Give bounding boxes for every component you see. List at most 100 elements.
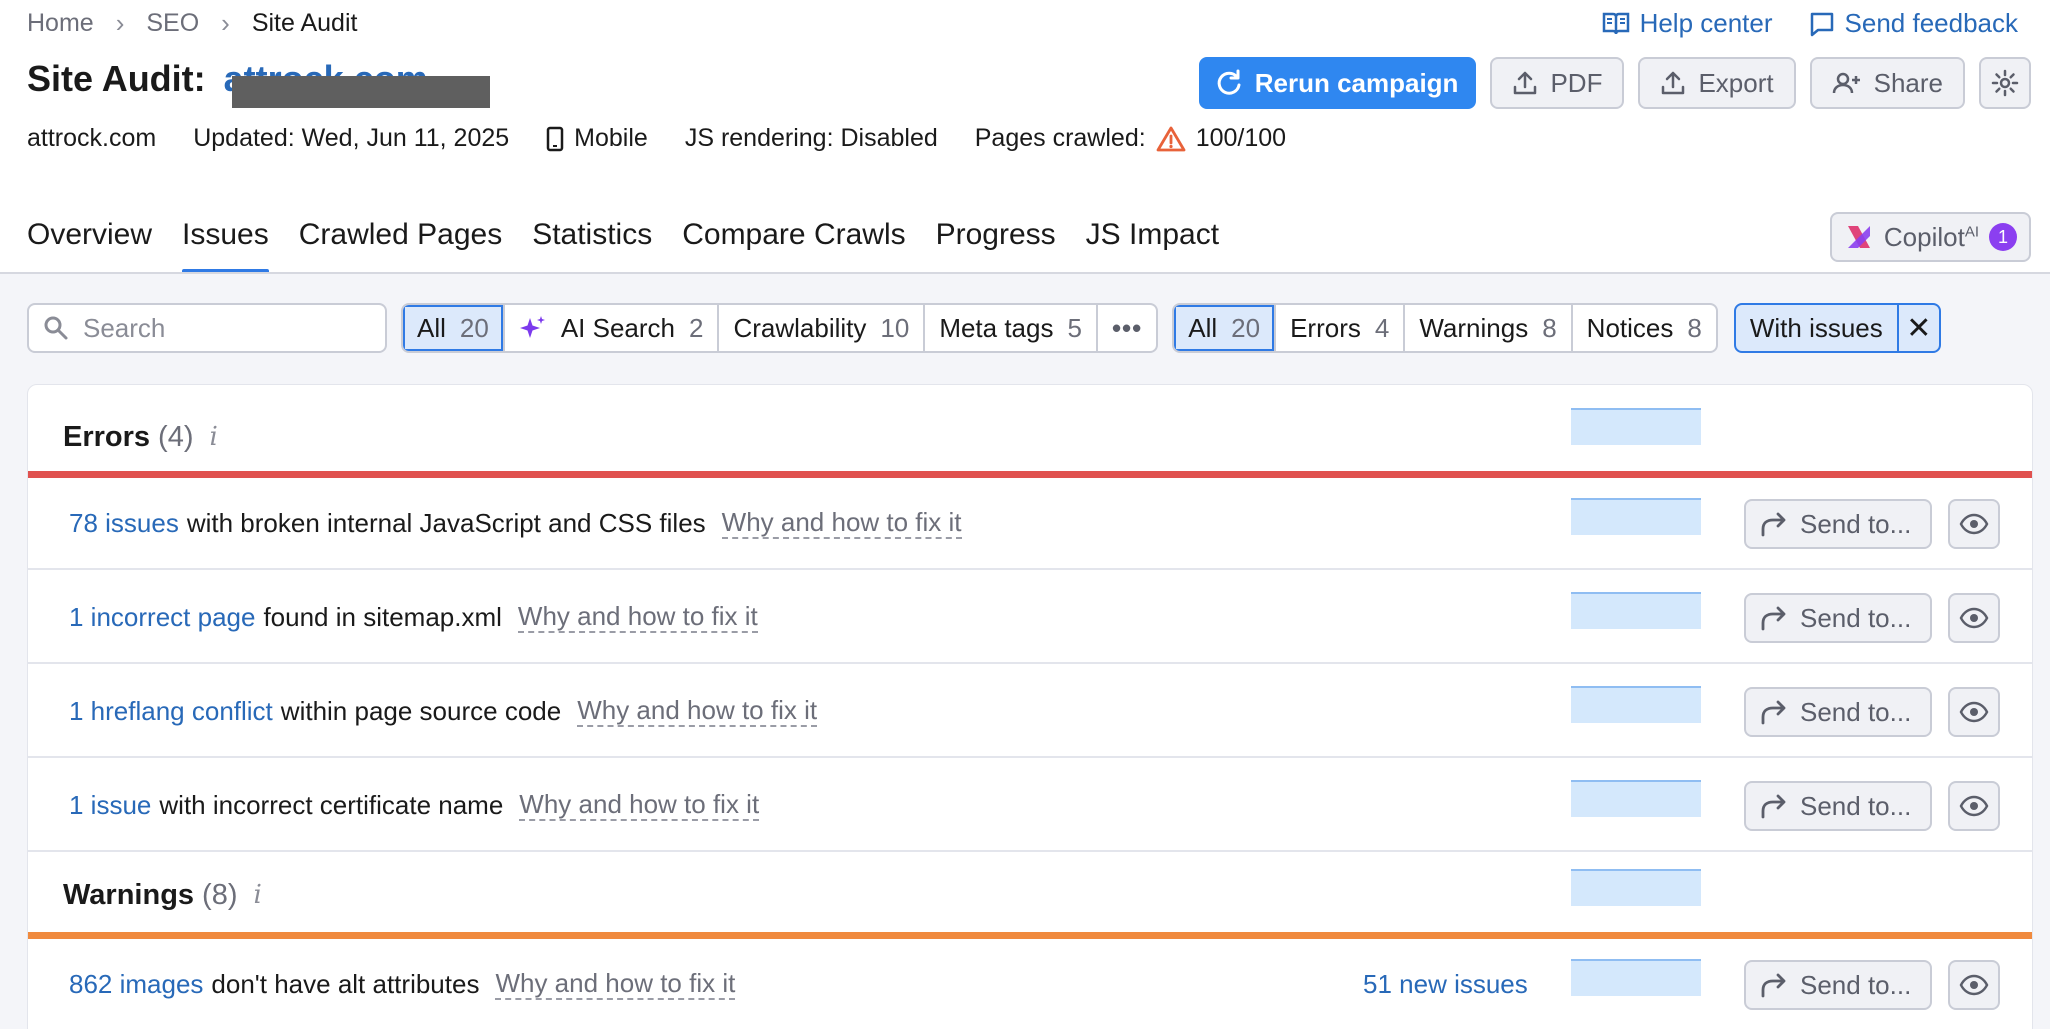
export-button[interactable]: Export xyxy=(1638,57,1796,109)
send-to-label: Send to... xyxy=(1800,508,1912,539)
send-to-button[interactable]: Send to... xyxy=(1744,781,1932,831)
tab-statistics[interactable]: Statistics xyxy=(532,218,652,274)
copilot-button[interactable]: CopilotAI 1 xyxy=(1829,212,2031,262)
issue-row: 1 hreflang conflict within page source c… xyxy=(28,666,2032,758)
filter-count: 10 xyxy=(880,312,910,343)
redaction-bar xyxy=(231,76,490,108)
why-fix-link[interactable]: Why and how to fix it xyxy=(519,789,760,821)
hide-issue-button[interactable] xyxy=(1948,499,2000,549)
errors-count: (4) xyxy=(158,420,194,453)
filter-count: 4 xyxy=(1374,312,1390,343)
rerun-campaign-button[interactable]: Rerun campaign xyxy=(1198,57,1477,109)
meta-updated: Updated: Wed, Jun 11, 2025 xyxy=(193,124,510,152)
issue-count-link[interactable]: 1 hreflang conflict xyxy=(69,696,273,727)
hide-issue-button[interactable] xyxy=(1948,781,2000,831)
eye-icon xyxy=(1959,513,1989,535)
upload-icon xyxy=(1662,71,1685,95)
meta-site: attrock.com xyxy=(27,124,157,152)
search-icon xyxy=(44,316,68,340)
sparkle-icon xyxy=(519,316,545,338)
meta-js-rendering: JS rendering: Disabled xyxy=(684,124,938,152)
gear-icon xyxy=(1991,69,2019,97)
refresh-icon xyxy=(1217,69,1241,95)
type-filter-all[interactable]: All 20 xyxy=(1174,305,1275,351)
tab-crawled-pages[interactable]: Crawled Pages xyxy=(299,218,502,274)
filter-label: Meta tags xyxy=(939,312,1054,343)
send-to-label: Send to... xyxy=(1800,602,1912,633)
filter-count: 8 xyxy=(1687,312,1702,343)
category-filter-ai-search[interactable]: AI Search 2 xyxy=(502,305,718,351)
issue-count-link[interactable]: 1 issue xyxy=(69,790,151,821)
issue-count-link[interactable]: 862 images xyxy=(69,969,203,1000)
chat-icon xyxy=(1810,12,1833,36)
meta-pages-value: 100/100 xyxy=(1195,124,1287,152)
help-center-link[interactable]: Help center xyxy=(1602,8,1773,39)
add-user-icon xyxy=(1832,72,1860,94)
filter-label: All xyxy=(417,312,446,343)
tab-compare-crawls[interactable]: Compare Crawls xyxy=(682,218,905,274)
send-to-button[interactable]: Send to... xyxy=(1744,687,1932,737)
project-domain[interactable]: attrock.com xyxy=(224,58,490,108)
issue-description: found in sitemap.xml xyxy=(263,601,502,632)
category-filter-meta-tags[interactable]: Meta tags 5 xyxy=(923,305,1096,351)
breadcrumb-seo[interactable]: SEO xyxy=(146,9,199,38)
share-button[interactable]: Share xyxy=(1809,57,1965,109)
info-icon[interactable]: i xyxy=(254,880,262,910)
issue-count-link[interactable]: 1 incorrect page xyxy=(69,602,255,633)
hide-issue-button[interactable] xyxy=(1948,960,2000,1010)
search-placeholder: Search xyxy=(83,312,166,343)
share-arrow-icon xyxy=(1761,973,1786,998)
issue-count-link[interactable]: 78 issues xyxy=(69,508,179,539)
filter-count: 20 xyxy=(459,312,489,343)
send-to-label: Send to... xyxy=(1800,696,1912,727)
send-to-label: Send to... xyxy=(1800,969,1912,1000)
trend-sparkline xyxy=(1571,686,1701,723)
category-filter-crawlability[interactable]: Crawlability 10 xyxy=(717,305,923,351)
search-input[interactable]: Search xyxy=(27,303,387,353)
pdf-button[interactable]: PDF xyxy=(1490,57,1625,109)
send-feedback-label: Send feedback xyxy=(1844,8,2018,38)
settings-button[interactable] xyxy=(1979,57,2031,109)
header-divider xyxy=(0,272,2050,274)
type-filter-notices[interactable]: Notices 8 xyxy=(1570,305,1716,351)
hide-issue-button[interactable] xyxy=(1948,593,2000,643)
why-fix-link[interactable]: Why and how to fix it xyxy=(577,695,818,727)
tab-js-impact[interactable]: JS Impact xyxy=(1086,218,1219,274)
close-icon[interactable]: ✕ xyxy=(1896,305,1939,351)
issue-description: with broken internal JavaScript and CSS … xyxy=(186,507,706,538)
tab-overview[interactable]: Overview xyxy=(27,218,152,274)
send-feedback-link[interactable]: Send feedback xyxy=(1809,8,2018,39)
tab-progress[interactable]: Progress xyxy=(936,218,1056,274)
help-center-label: Help center xyxy=(1639,8,1773,38)
share-label: Share xyxy=(1873,67,1943,98)
why-fix-link[interactable]: Why and how to fix it xyxy=(517,601,758,633)
new-issues-link[interactable]: 51 new issues xyxy=(1363,969,1528,1000)
with-issues-filter[interactable]: With issues ✕ xyxy=(1733,303,1941,353)
more-filters-button[interactable]: ••• xyxy=(1095,305,1156,351)
meta-pages-crawled: Pages crawled: 100/100 xyxy=(975,124,1286,153)
send-to-button[interactable]: Send to... xyxy=(1744,499,1932,549)
type-filter-errors[interactable]: Errors 4 xyxy=(1274,305,1403,351)
why-fix-link[interactable]: Why and how to fix it xyxy=(495,968,736,1000)
send-to-button[interactable]: Send to... xyxy=(1744,593,1932,643)
tab-issues[interactable]: Issues xyxy=(182,218,269,274)
eye-icon xyxy=(1959,701,1989,723)
send-to-button[interactable]: Send to... xyxy=(1744,960,1932,1010)
errors-severity-bar xyxy=(28,471,2032,478)
share-arrow-icon xyxy=(1761,794,1786,819)
breadcrumb-home[interactable]: Home xyxy=(27,9,94,38)
more-dots-icon: ••• xyxy=(1111,312,1143,343)
category-filter-group: All 20 AI Search 2 Crawlability 10 Meta … xyxy=(401,303,1159,353)
pdf-label: PDF xyxy=(1550,67,1603,98)
filter-label: Crawlability xyxy=(733,312,867,343)
why-fix-link[interactable]: Why and how to fix it xyxy=(721,507,962,539)
info-icon[interactable]: i xyxy=(210,422,218,452)
warnings-severity-bar xyxy=(28,932,2032,939)
warnings-count: (8) xyxy=(202,878,238,911)
type-filter-warnings[interactable]: Warnings 8 xyxy=(1403,305,1570,351)
category-filter-all[interactable]: All 20 xyxy=(403,305,503,351)
trend-sparkline xyxy=(1571,498,1701,535)
errors-title: Errors xyxy=(63,420,151,453)
hide-issue-button[interactable] xyxy=(1948,687,2000,737)
top-links: Help center Send feedback xyxy=(1602,8,2018,39)
